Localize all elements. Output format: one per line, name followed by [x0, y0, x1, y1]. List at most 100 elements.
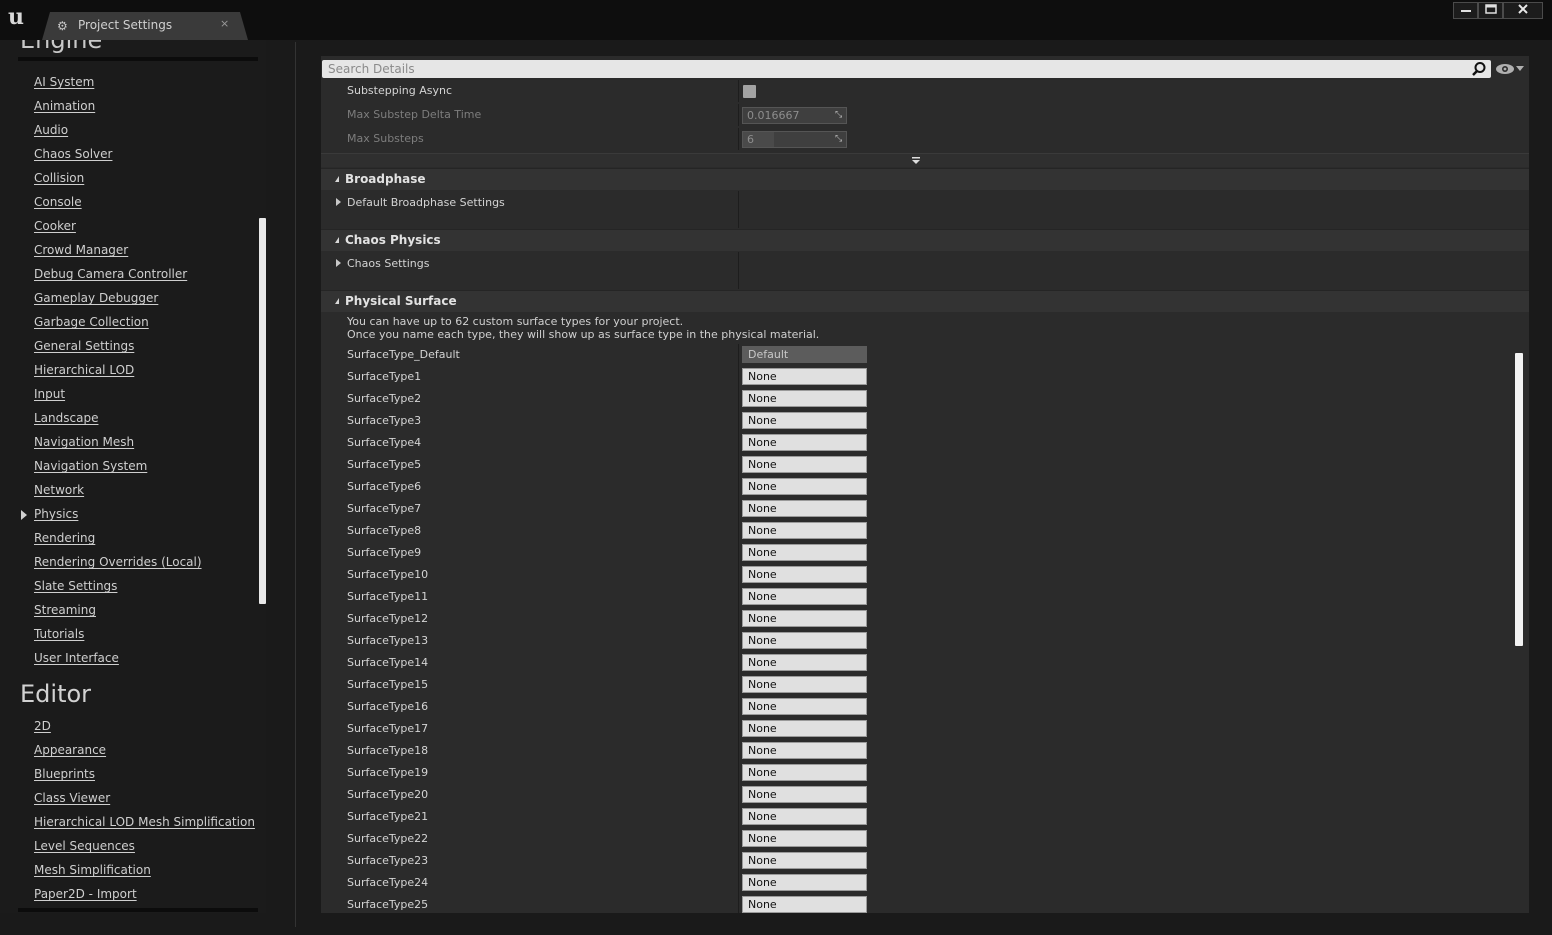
column-splitter[interactable] — [738, 696, 739, 718]
column-splitter[interactable] — [738, 872, 739, 894]
surface-type-name-input[interactable]: None — [742, 720, 867, 737]
view-options-eye-icon[interactable] — [1495, 62, 1515, 76]
settings-sidebar[interactable]: Engine AI System Animation Audio Chaos Solv… — [0, 40, 266, 913]
column-splitter[interactable] — [738, 806, 739, 828]
sidebar-item-user-interface[interactable]: User Interface — [34, 651, 119, 665]
sidebar-item-class-viewer[interactable]: Class Viewer — [34, 791, 110, 805]
surface-type-name-input[interactable]: None — [742, 742, 867, 759]
expand-arrow-icon[interactable] — [336, 198, 341, 206]
section-header-broadphase[interactable]: Broadphase — [321, 168, 1529, 190]
column-splitter[interactable] — [738, 128, 739, 150]
column-splitter[interactable] — [738, 784, 739, 806]
column-splitter[interactable] — [738, 652, 739, 674]
column-splitter[interactable] — [738, 828, 739, 850]
sidebar-item-slate-settings[interactable]: Slate Settings — [34, 579, 117, 593]
surface-type-name-input[interactable]: None — [742, 698, 867, 715]
column-splitter[interactable] — [738, 252, 739, 289]
surface-type-name-input[interactable]: None — [742, 478, 867, 495]
sidebar-item-rendering-overrides-local[interactable]: Rendering Overrides (Local) — [34, 555, 202, 569]
spin-arrows-icon[interactable]: ⤡ — [835, 111, 843, 120]
surface-type-name-input[interactable]: None — [742, 522, 867, 539]
sidebar-item-input[interactable]: Input — [34, 387, 65, 401]
expand-arrow-icon[interactable] — [336, 259, 341, 267]
group-default-broadphase-settings[interactable]: Default Broadphase Settings — [321, 191, 1529, 228]
tab-project-settings[interactable]: ⚙ Project Settings × — [42, 12, 248, 40]
sidebar-item-navigation-mesh[interactable]: Navigation Mesh — [34, 435, 134, 449]
advanced-expand-row[interactable] — [321, 153, 1529, 167]
surface-type-name-input[interactable]: None — [742, 764, 867, 781]
sidebar-item-hierarchical-lod-mesh-simplification[interactable]: Hierarchical LOD Mesh Simplification — [34, 815, 255, 829]
surface-type-name-input[interactable]: None — [742, 830, 867, 847]
sidebar-item-mesh-simplification[interactable]: Mesh Simplification — [34, 863, 151, 877]
max-substeps-field[interactable]: 6 ⤡ — [742, 131, 847, 148]
close-button[interactable] — [1503, 2, 1543, 19]
surface-type-name-input[interactable]: None — [742, 676, 867, 693]
column-splitter[interactable] — [738, 718, 739, 740]
sidebar-item-physics[interactable]: Physics — [34, 507, 78, 521]
column-splitter[interactable] — [738, 564, 739, 586]
column-splitter[interactable] — [738, 542, 739, 564]
sidebar-item-navigation-system[interactable]: Navigation System — [34, 459, 147, 473]
sidebar-item-crowd-manager[interactable]: Crowd Manager — [34, 243, 128, 257]
column-splitter[interactable] — [738, 454, 739, 476]
substepping-async-checkbox[interactable] — [743, 85, 756, 98]
surface-type-name-input[interactable]: None — [742, 412, 867, 429]
surface-type-name-input[interactable]: None — [742, 610, 867, 627]
sidebar-item-tutorials[interactable]: Tutorials — [34, 627, 84, 641]
sidebar-item-chaos-solver[interactable]: Chaos Solver — [34, 147, 112, 161]
column-splitter[interactable] — [738, 191, 739, 228]
sidebar-item-2d[interactable]: 2D — [34, 719, 51, 733]
surface-type-name-input[interactable]: None — [742, 368, 867, 385]
sidebar-item-gameplay-debugger[interactable]: Gameplay Debugger — [34, 291, 158, 305]
sidebar-item-collision[interactable]: Collision — [34, 171, 84, 185]
surface-type-name-input[interactable]: None — [742, 566, 867, 583]
surface-type-name-input[interactable]: None — [742, 544, 867, 561]
sidebar-scrollbar[interactable] — [259, 218, 266, 604]
surface-type-name-input[interactable]: None — [742, 456, 867, 473]
column-splitter[interactable] — [738, 762, 739, 784]
sidebar-item-paper2d-import[interactable]: Paper2D - Import — [34, 887, 137, 901]
column-splitter[interactable] — [738, 498, 739, 520]
surface-type-name-input[interactable]: None — [742, 896, 867, 913]
search-details-input[interactable]: Search Details — [322, 60, 1491, 78]
surface-type-name-input[interactable]: None — [742, 588, 867, 605]
surface-type-name-input[interactable]: None — [742, 632, 867, 649]
column-splitter[interactable] — [738, 608, 739, 630]
sidebar-item-streaming[interactable]: Streaming — [34, 603, 96, 617]
sidebar-item-console[interactable]: Console — [34, 195, 82, 209]
group-chaos-settings[interactable]: Chaos Settings — [321, 252, 1529, 289]
column-splitter[interactable] — [738, 104, 739, 126]
surface-type-name-input[interactable]: None — [742, 500, 867, 517]
sidebar-item-level-sequences[interactable]: Level Sequences — [34, 839, 135, 853]
view-options-chevron-down-icon[interactable] — [1516, 66, 1524, 71]
column-splitter[interactable] — [738, 520, 739, 542]
title-bar[interactable]: u ⚙ Project Settings × — [0, 0, 1552, 40]
surface-type-name-input[interactable]: None — [742, 808, 867, 825]
sidebar-item-landscape[interactable]: Landscape — [34, 411, 98, 425]
column-splitter[interactable] — [738, 476, 739, 498]
column-splitter[interactable] — [738, 366, 739, 388]
maximize-button[interactable] — [1478, 2, 1503, 19]
sidebar-item-animation[interactable]: Animation — [34, 99, 95, 113]
column-splitter[interactable] — [738, 674, 739, 696]
sidebar-item-debug-camera-controller[interactable]: Debug Camera Controller — [34, 267, 187, 281]
sidebar-item-ai-system[interactable]: AI System — [34, 75, 94, 89]
surface-type-name-input[interactable]: None — [742, 654, 867, 671]
sidebar-item-audio[interactable]: Audio — [34, 123, 68, 137]
column-splitter[interactable] — [738, 586, 739, 608]
column-splitter[interactable] — [738, 630, 739, 652]
details-scrollbar[interactable] — [1515, 353, 1523, 646]
column-splitter[interactable] — [738, 894, 739, 913]
surface-type-name-input[interactable]: None — [742, 786, 867, 803]
sidebar-item-hierarchical-lod[interactable]: Hierarchical LOD — [34, 363, 134, 377]
section-header-chaos-physics[interactable]: Chaos Physics — [321, 229, 1529, 251]
column-splitter[interactable] — [738, 740, 739, 762]
sidebar-item-network[interactable]: Network — [34, 483, 84, 497]
sidebar-item-general-settings[interactable]: General Settings — [34, 339, 134, 353]
sidebar-item-cooker[interactable]: Cooker — [34, 219, 76, 233]
section-header-physical-surface[interactable]: Physical Surface — [321, 290, 1529, 312]
column-splitter[interactable] — [738, 80, 739, 102]
sidebar-item-blueprints[interactable]: Blueprints — [34, 767, 95, 781]
spin-arrows-icon[interactable]: ⤡ — [835, 135, 843, 144]
sidebar-item-appearance[interactable]: Appearance — [34, 743, 106, 757]
